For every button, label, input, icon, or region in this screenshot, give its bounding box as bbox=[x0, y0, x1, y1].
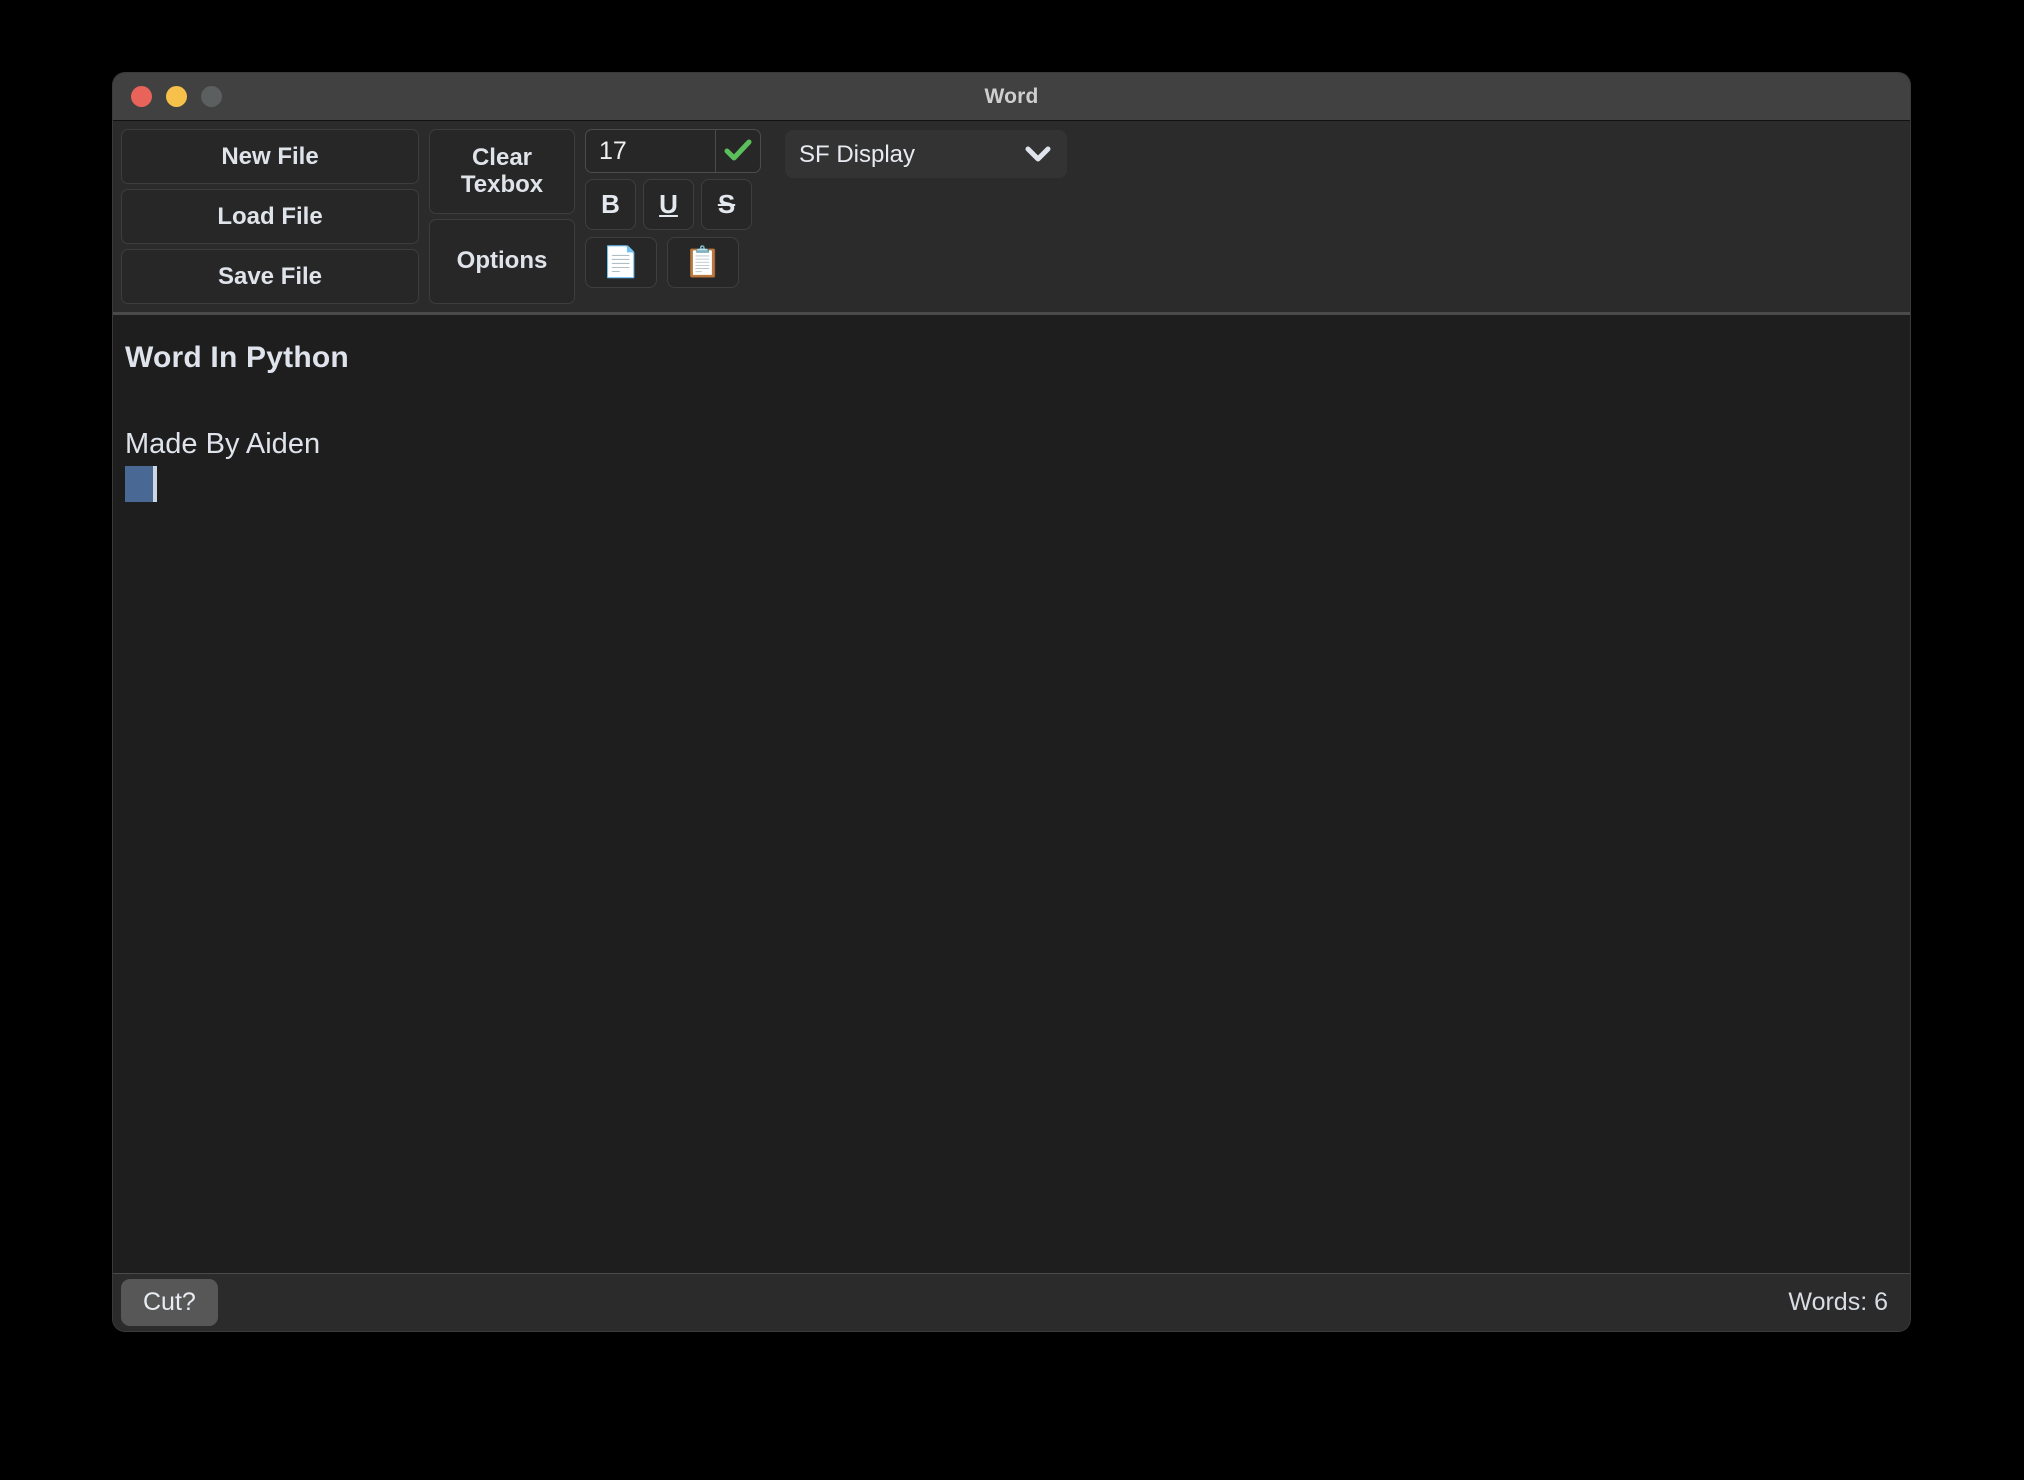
toolbar: New File Load File Save File Clear Texbo… bbox=[113, 121, 1910, 315]
copy-pages-icon: 📄 bbox=[602, 245, 640, 279]
clear-textbox-line1: Clear bbox=[471, 143, 533, 171]
underline-label: U bbox=[659, 189, 678, 219]
app-window: Word New File Load File Save File Clear … bbox=[113, 73, 1910, 1331]
font-size-row bbox=[585, 129, 761, 173]
checkmark-icon bbox=[724, 139, 752, 161]
strikethrough-label: S bbox=[717, 189, 736, 219]
bold-button[interactable]: B bbox=[585, 179, 636, 230]
traffic-light-controls bbox=[131, 86, 222, 107]
clear-textbox-label: Clear Texbox bbox=[460, 143, 544, 199]
window-title: Word bbox=[984, 84, 1039, 108]
underline-button[interactable]: U bbox=[643, 179, 694, 230]
options-button[interactable]: Options bbox=[429, 219, 575, 304]
clear-textbox-button[interactable]: Clear Texbox bbox=[429, 129, 575, 214]
format-group: B U S 📄 📋 bbox=[585, 129, 761, 288]
minimize-window-button[interactable] bbox=[166, 86, 187, 107]
clear-textbox-line2: Texbox bbox=[460, 170, 544, 198]
load-file-button[interactable]: Load File bbox=[121, 189, 419, 244]
document-editor[interactable]: Word In Python Made By Aiden bbox=[113, 315, 1910, 1273]
action-button-group: Clear Texbox Options bbox=[429, 129, 575, 304]
font-family-select[interactable]: SF Display bbox=[785, 130, 1067, 178]
font-size-input[interactable] bbox=[585, 129, 715, 173]
file-button-group: New File Load File Save File bbox=[121, 129, 419, 304]
clipboard-row: 📄 📋 bbox=[585, 237, 761, 288]
cut-button[interactable]: Cut? bbox=[121, 1279, 218, 1326]
title-bar: Word bbox=[113, 73, 1910, 121]
close-window-button[interactable] bbox=[131, 86, 152, 107]
clipboard-icon: 📋 bbox=[684, 245, 722, 279]
paste-button[interactable]: 📋 bbox=[667, 237, 739, 288]
word-count-label: Words: 6 bbox=[1788, 1288, 1888, 1316]
maximize-window-button[interactable] bbox=[201, 86, 222, 107]
new-file-button[interactable]: New File bbox=[121, 129, 419, 184]
font-family-group: SF Display bbox=[785, 130, 1067, 178]
font-size-confirm-button[interactable] bbox=[715, 129, 761, 173]
text-style-row: B U S bbox=[585, 179, 761, 230]
strikethrough-button[interactable]: S bbox=[701, 179, 752, 230]
status-bar: Cut? Words: 6 bbox=[113, 1273, 1910, 1331]
text-cursor-selection bbox=[125, 466, 157, 502]
copy-button[interactable]: 📄 bbox=[585, 237, 657, 288]
bold-label: B bbox=[601, 189, 620, 219]
document-heading: Word In Python bbox=[125, 341, 349, 374]
document-paragraph: Made By Aiden bbox=[125, 428, 321, 460]
save-file-button[interactable]: Save File bbox=[121, 249, 419, 304]
